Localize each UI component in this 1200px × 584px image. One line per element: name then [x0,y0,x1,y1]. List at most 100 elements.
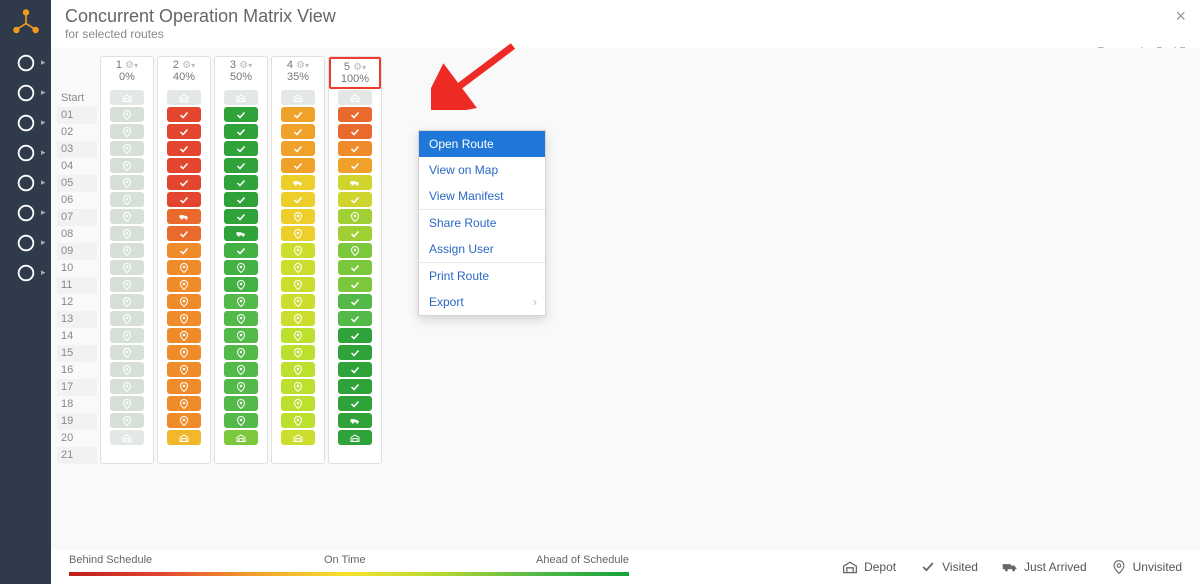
matrix-cell[interactable] [167,311,201,326]
matrix-cell[interactable] [338,124,372,139]
column-header[interactable]: 2 ⚙▾40% [158,57,210,89]
matrix-cell[interactable] [110,192,144,207]
matrix-cell[interactable] [281,396,315,411]
matrix-cell[interactable] [167,124,201,139]
sidebar-item-help-circle[interactable] [5,78,47,108]
matrix-cell[interactable] [338,209,372,224]
matrix-cell[interactable] [224,311,258,326]
sidebar-item-address-book[interactable] [5,168,47,198]
matrix-cell[interactable] [338,277,372,292]
matrix-cell[interactable] [281,175,315,190]
matrix-cell[interactable] [110,175,144,190]
matrix-cell[interactable] [110,107,144,122]
matrix-cell[interactable] [110,413,144,428]
matrix-cell[interactable] [338,362,372,377]
matrix-cell[interactable] [338,90,372,105]
matrix-cell[interactable] [224,260,258,275]
matrix-cell[interactable] [281,260,315,275]
matrix-cell[interactable] [167,328,201,343]
matrix-cell[interactable] [224,328,258,343]
matrix-cell[interactable] [167,277,201,292]
matrix-cell[interactable] [281,311,315,326]
matrix-cell[interactable] [167,141,201,156]
matrix-cell[interactable] [167,379,201,394]
matrix-cell[interactable] [281,345,315,360]
matrix-cell[interactable] [110,277,144,292]
matrix-cell[interactable] [338,192,372,207]
matrix-cell[interactable] [167,413,201,428]
column-header[interactable]: 5 ⚙▾100% [329,57,381,89]
matrix-cell[interactable] [224,226,258,241]
matrix-cell[interactable] [338,175,372,190]
matrix-cell[interactable] [281,158,315,173]
matrix-cell[interactable] [167,430,201,445]
matrix-cell[interactable] [281,277,315,292]
matrix-cell[interactable] [110,294,144,309]
matrix-cell[interactable] [338,430,372,445]
matrix-cell[interactable] [224,430,258,445]
sidebar-item-cart[interactable] [5,138,47,168]
matrix-cell[interactable] [281,141,315,156]
sidebar-item-bar-chart[interactable] [5,228,47,258]
matrix-cell[interactable] [338,226,372,241]
matrix-cell[interactable] [281,192,315,207]
matrix-cell[interactable] [224,209,258,224]
matrix-cell[interactable] [167,260,201,275]
matrix-cell[interactable] [110,260,144,275]
matrix-cell[interactable] [110,226,144,241]
matrix-cell[interactable] [167,345,201,360]
matrix-cell[interactable] [110,311,144,326]
matrix-cell[interactable] [338,311,372,326]
matrix-cell[interactable] [281,413,315,428]
matrix-cell[interactable] [281,107,315,122]
matrix-cell[interactable] [338,294,372,309]
matrix-cell[interactable] [224,243,258,258]
matrix-cell[interactable] [224,362,258,377]
matrix-cell[interactable] [167,226,201,241]
matrix-cell[interactable] [338,107,372,122]
column-header[interactable]: 4 ⚙▾35% [272,57,324,89]
matrix-cell[interactable] [167,396,201,411]
matrix-cell[interactable] [281,328,315,343]
column-context-menu[interactable]: Open RouteView on MapView ManifestShare … [418,130,546,316]
close-icon[interactable]: × [1097,6,1186,27]
matrix-cell[interactable] [281,379,315,394]
sidebar-item-person-gear[interactable] [5,258,47,288]
matrix-cell[interactable] [338,379,372,394]
matrix-cell[interactable] [281,226,315,241]
matrix-cell[interactable] [281,294,315,309]
matrix-cell[interactable] [224,345,258,360]
matrix-cell[interactable] [281,243,315,258]
matrix-cell[interactable] [281,362,315,377]
menu-item-share-route[interactable]: Share Route [419,209,545,236]
sidebar-item-trending-up[interactable] [5,108,47,138]
matrix-cell[interactable] [167,107,201,122]
matrix-cell[interactable] [110,90,144,105]
matrix-cell[interactable] [338,141,372,156]
matrix-cell[interactable] [338,243,372,258]
matrix-cell[interactable] [224,90,258,105]
matrix-cell[interactable] [110,124,144,139]
matrix-cell[interactable] [110,379,144,394]
menu-item-export[interactable]: Export [419,289,545,315]
matrix-cell[interactable] [167,243,201,258]
matrix-cell[interactable] [338,345,372,360]
matrix-cell[interactable] [110,158,144,173]
matrix-cell[interactable] [167,192,201,207]
matrix-cell[interactable] [338,328,372,343]
matrix-cell[interactable] [224,294,258,309]
matrix-cell[interactable] [281,209,315,224]
matrix-cell[interactable] [224,192,258,207]
matrix-cell[interactable] [110,243,144,258]
matrix-cell[interactable] [110,328,144,343]
matrix-cell[interactable] [338,413,372,428]
matrix-cell[interactable] [338,396,372,411]
matrix-cell[interactable] [338,158,372,173]
matrix-cell[interactable] [110,396,144,411]
matrix-cell[interactable] [167,90,201,105]
matrix-cell[interactable] [167,209,201,224]
matrix-cell[interactable] [224,124,258,139]
column-header[interactable]: 3 ⚙▾50% [215,57,267,89]
matrix-cell[interactable] [224,175,258,190]
matrix-cell[interactable] [224,379,258,394]
